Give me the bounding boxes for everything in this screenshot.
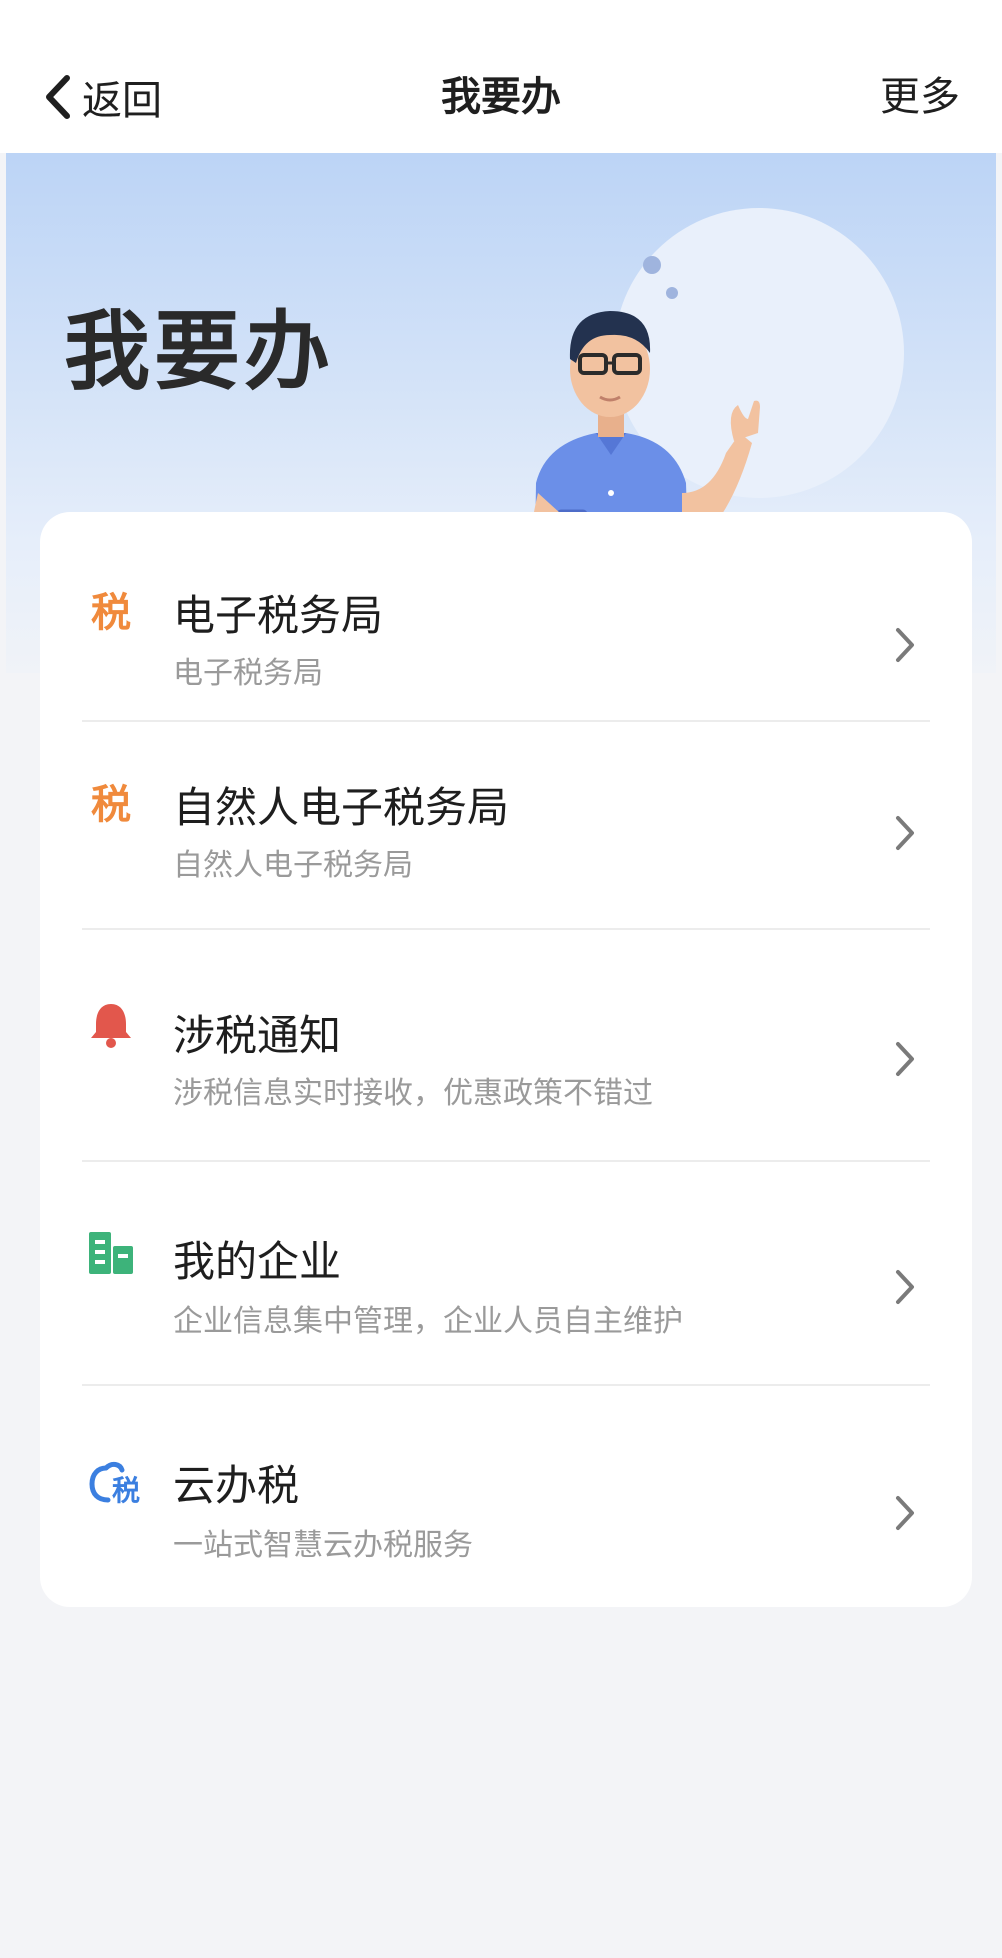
tax-icon: 税: [91, 782, 131, 828]
list-item-subtitle: 电子税务局: [173, 656, 323, 691]
list-item-tax-notices[interactable]: 涉税通知 涉税信息实时接收，优惠政策不错过: [40, 930, 972, 1156]
list-item-label: 涉税通知: [173, 1011, 342, 1060]
chevron-right-icon: [896, 1270, 914, 1304]
list-item-subtitle: 涉税信息实时接收，优惠政策不错过: [173, 1076, 653, 1111]
list-item-individual-e-tax-bureau[interactable]: 税 自然人电子税务局 自然人电子税务局: [40, 722, 972, 912]
list-item-label: 我的企业: [173, 1237, 342, 1286]
building-icon: [89, 1232, 133, 1274]
hero-title: 我要办: [64, 302, 334, 402]
chevron-right-icon: [896, 628, 914, 662]
cloud-tax-icon-glyph: 税: [112, 1474, 140, 1506]
list-item-subtitle: 自然人电子税务局: [173, 848, 413, 883]
services-card: 税 电子税务局 电子税务局 税 自然人电子税务局 自然人电子税务局 涉税通知 涉…: [40, 512, 972, 1607]
list-item-my-enterprise[interactable]: 我的企业 企业信息集中管理，企业人员自主维护: [40, 1162, 972, 1384]
list-item-subtitle: 一站式智慧云办税服务: [173, 1528, 473, 1563]
list-item-label: 云办税: [173, 1461, 300, 1510]
list-item-label: 自然人电子税务局: [173, 783, 510, 832]
list-item-label: 电子税务局: [173, 591, 384, 640]
more-button[interactable]: 更多: [880, 62, 960, 132]
bell-icon: [91, 1004, 131, 1048]
nav-bar: 返回 我要办 更多: [0, 0, 1002, 153]
tax-icon: 税: [91, 590, 131, 636]
list-item-e-tax-bureau[interactable]: 税 电子税务局 电子税务局: [40, 532, 972, 712]
chevron-right-icon: [896, 1496, 914, 1530]
list-item-subtitle: 企业信息集中管理，企业人员自主维护: [173, 1304, 683, 1339]
list-item-cloud-tax[interactable]: 税 云办税 一站式智慧云办税服务: [40, 1386, 972, 1607]
tax-icon-glyph: 税: [91, 782, 131, 828]
tax-icon-glyph: 税: [91, 590, 131, 636]
chevron-right-icon: [896, 816, 914, 850]
chevron-right-icon: [896, 1042, 914, 1076]
page-title: 我要办: [441, 74, 561, 120]
cloud-tax-icon: 税: [89, 1461, 140, 1506]
